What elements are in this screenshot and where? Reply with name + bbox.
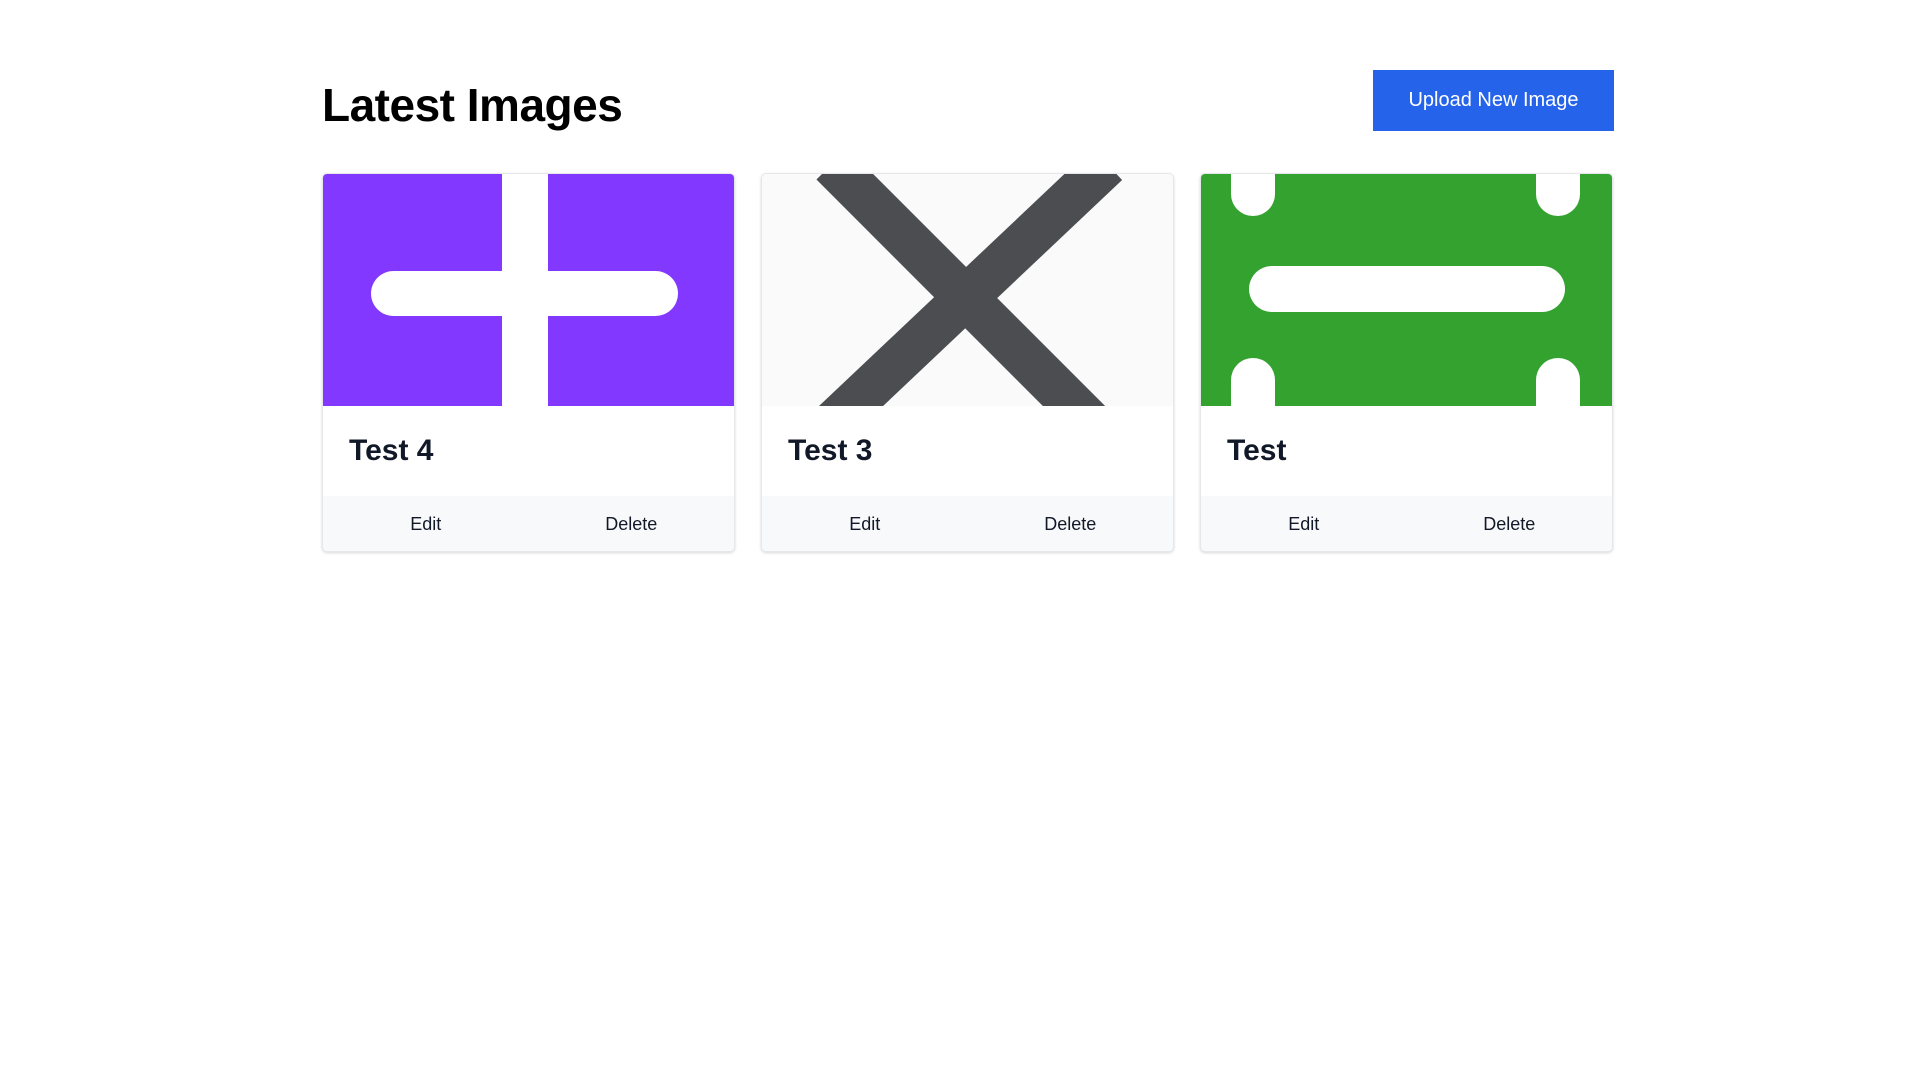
plus-icon bbox=[323, 174, 734, 406]
delete-link[interactable]: Delete bbox=[968, 514, 1174, 535]
image-thumbnail[interactable] bbox=[323, 174, 734, 406]
card-actions: Edit Delete bbox=[323, 496, 735, 551]
edit-link[interactable]: Edit bbox=[762, 514, 968, 535]
multiply-icon bbox=[762, 174, 1173, 406]
card-title: Test 4 bbox=[349, 434, 434, 467]
image-thumbnail[interactable] bbox=[1201, 174, 1612, 406]
image-thumbnail[interactable] bbox=[762, 174, 1173, 406]
edit-link[interactable]: Edit bbox=[1201, 514, 1407, 535]
delete-link[interactable]: Delete bbox=[529, 514, 735, 535]
card-body: Test 3 bbox=[762, 406, 1173, 496]
image-card: Test Edit Delete bbox=[1200, 173, 1613, 552]
card-body: Test 4 bbox=[323, 406, 734, 496]
page-title: Latest Images bbox=[322, 79, 623, 131]
image-grid: Test 4 Edit Delete Test 3 Edit Delete Te… bbox=[322, 173, 1614, 552]
edit-link[interactable]: Edit bbox=[323, 514, 529, 535]
card-actions: Edit Delete bbox=[1201, 496, 1613, 551]
page-header: Latest Images Upload New Image bbox=[322, 70, 1614, 152]
image-card: Test 3 Edit Delete bbox=[761, 173, 1174, 552]
delete-link[interactable]: Delete bbox=[1407, 514, 1613, 535]
image-card: Test 4 Edit Delete bbox=[322, 173, 735, 552]
card-body: Test bbox=[1201, 406, 1612, 496]
equals-icon bbox=[1201, 174, 1612, 406]
card-title: Test bbox=[1227, 434, 1287, 467]
card-title: Test 3 bbox=[788, 434, 873, 467]
page-container: Latest Images Upload New Image Test 4 Ed… bbox=[322, 70, 1614, 552]
upload-new-image-button[interactable]: Upload New Image bbox=[1373, 70, 1614, 131]
card-actions: Edit Delete bbox=[762, 496, 1174, 551]
